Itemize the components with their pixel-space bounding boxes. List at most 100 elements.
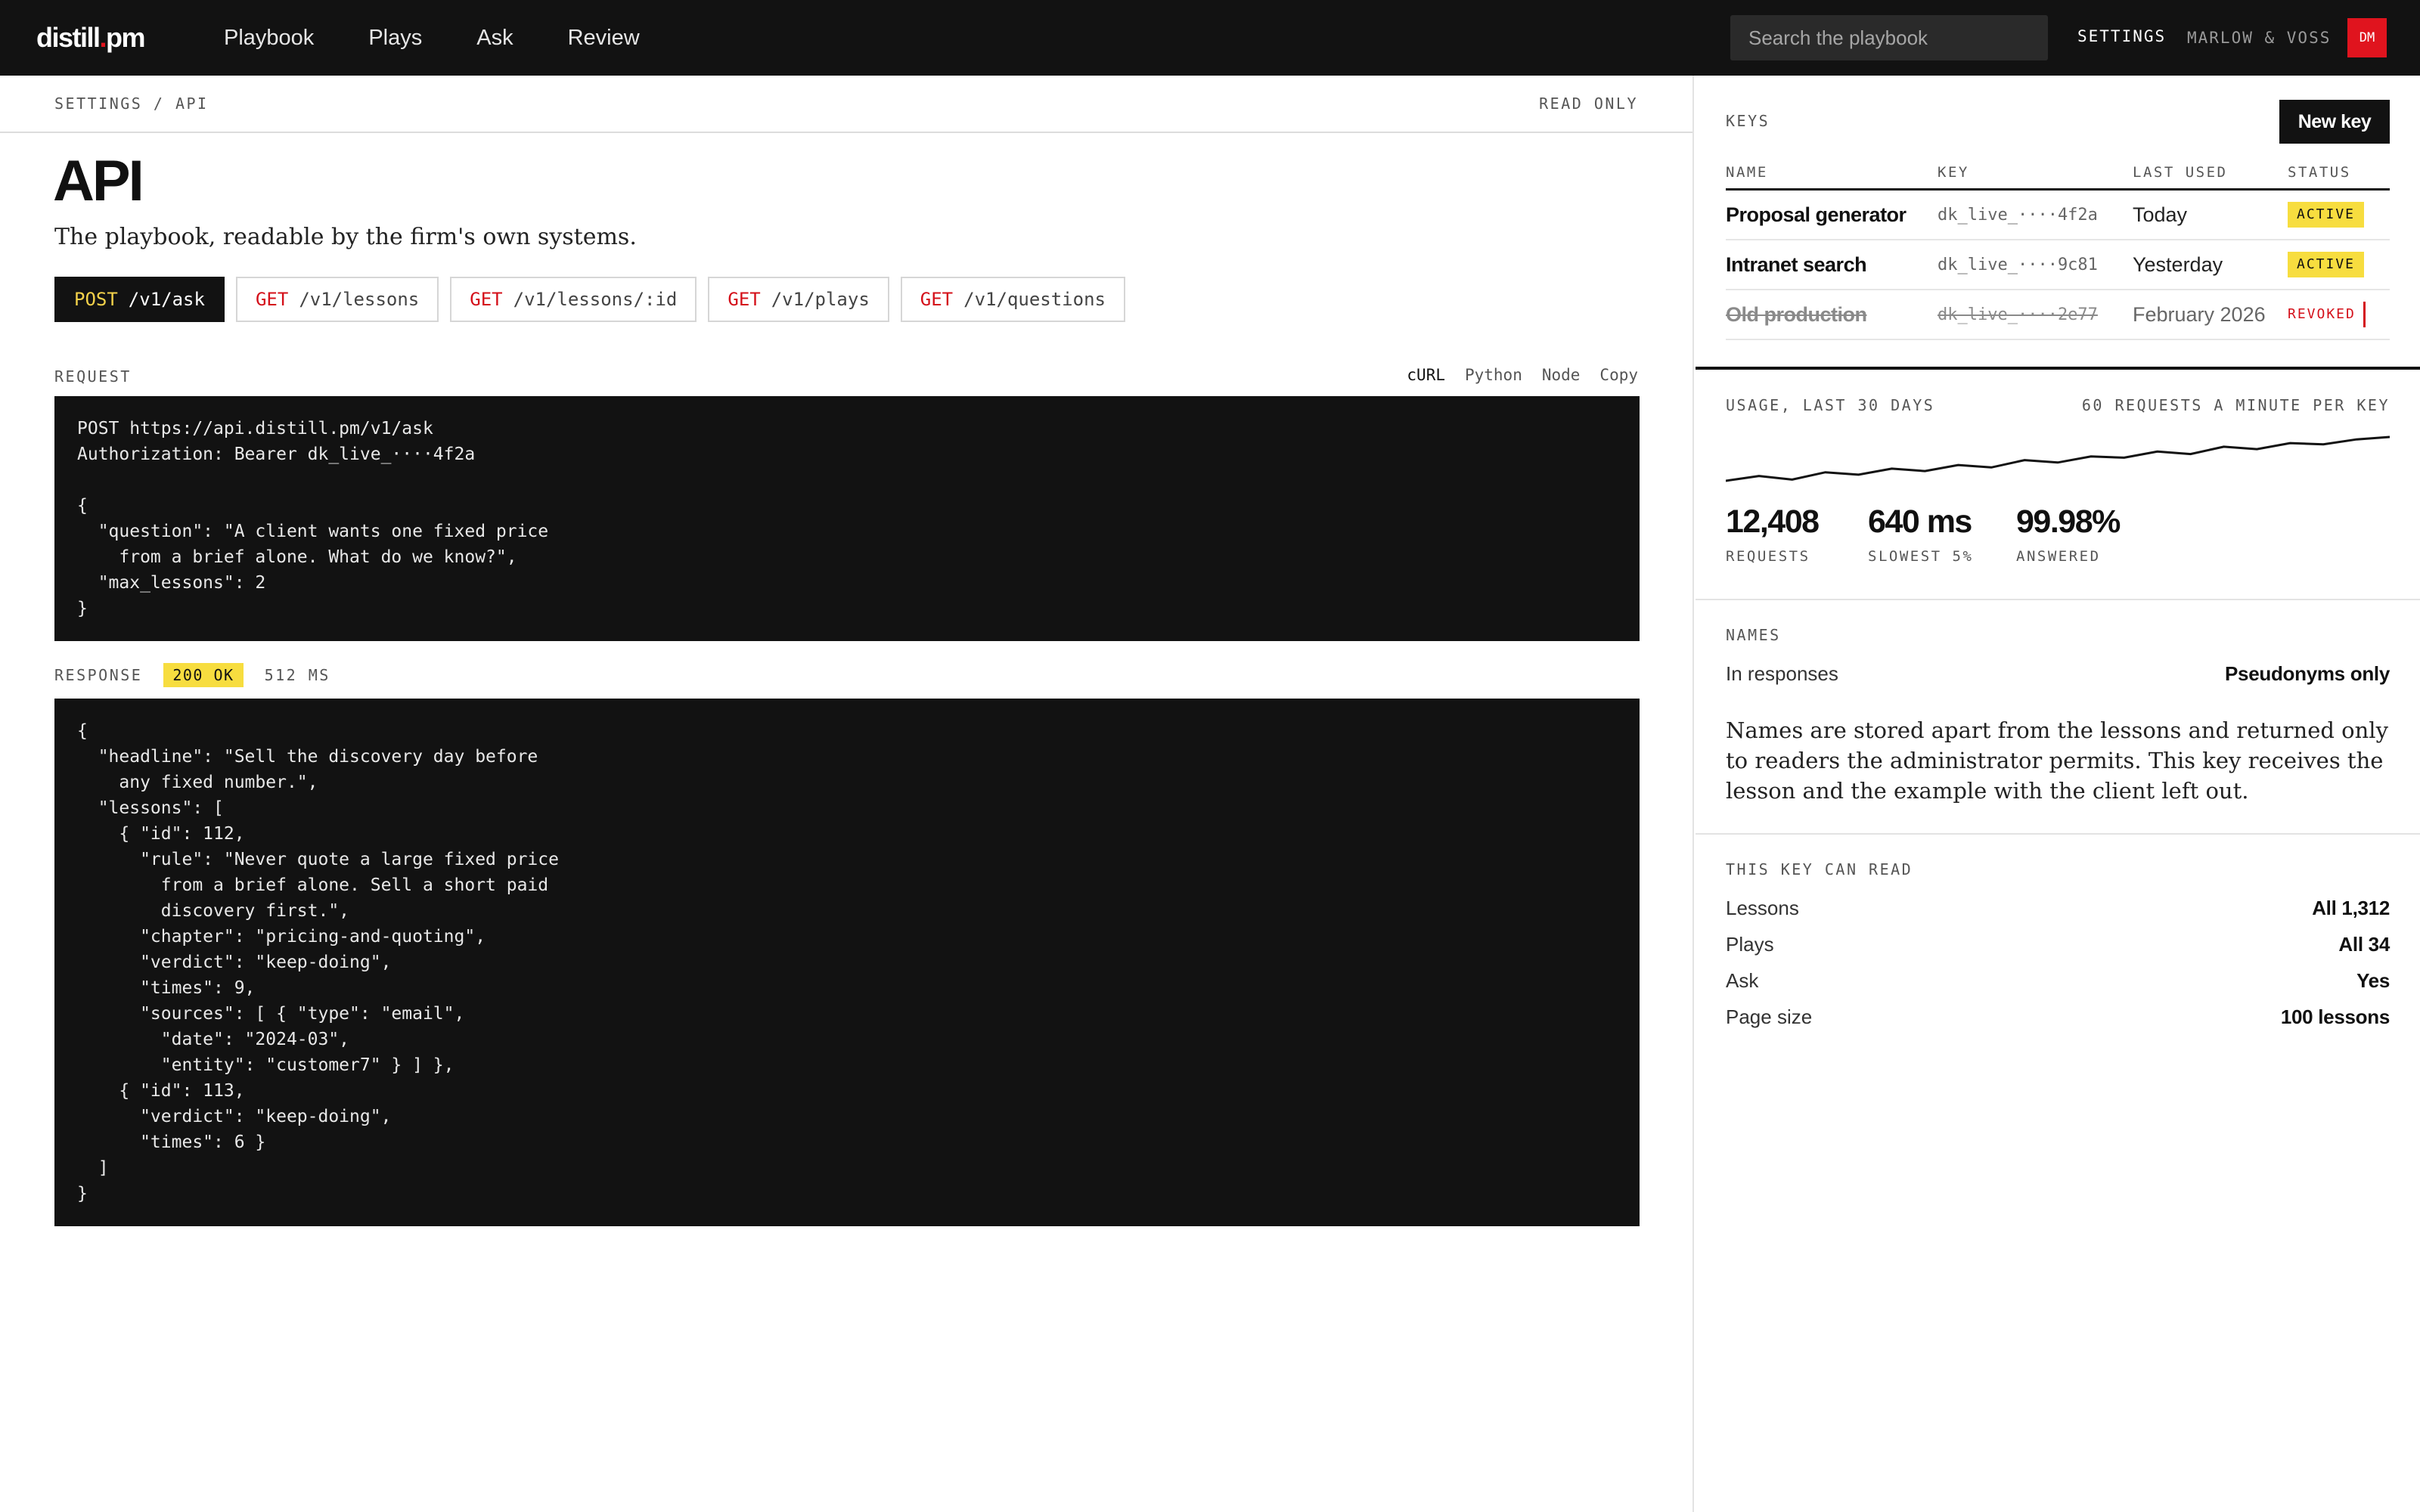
endpoint-get-lesson-by-id[interactable]: GET/v1/lessons/:id: [450, 277, 697, 322]
logo-name: distill: [36, 22, 101, 53]
settings-link[interactable]: SETTINGS: [2077, 0, 2166, 76]
names-setting-key: In responses: [1726, 662, 1838, 685]
scope-key: Ask: [1726, 969, 1759, 992]
rate-limit: 60 REQUESTS A MINUTE PER KEY: [2081, 396, 2390, 414]
scope-row-plays: Plays All 34: [1726, 933, 2390, 956]
nav-ask[interactable]: Ask: [476, 26, 513, 51]
avatar[interactable]: DM: [2347, 18, 2387, 57]
stat-label: SLOWEST 5%: [1868, 548, 1974, 565]
names-setting-value: Pseudonyms only: [2225, 662, 2390, 685]
side-panel: KEYS New key NAME KEY LAST USED STATUS P…: [1696, 76, 2420, 1512]
endpoint-method: GET: [728, 289, 761, 310]
stat-answered: 99.98% ANSWERED: [2016, 503, 2121, 565]
key-value: dk_live_····4f2a: [1938, 205, 2098, 225]
tab-curl[interactable]: cURL: [1407, 366, 1445, 384]
usage-trend-line: [1726, 435, 2390, 482]
stat-value: 640 ms: [1868, 503, 1972, 540]
scope-value: 100 lessons: [2280, 1005, 2390, 1028]
col-last-used: LAST USED: [2133, 163, 2228, 181]
stat-latency: 640 ms SLOWEST 5%: [1868, 503, 1973, 565]
response-code[interactable]: { "headline": "Sell the discovery day be…: [54, 699, 1640, 1226]
search-input[interactable]: [1748, 26, 2030, 50]
key-value: dk_live_····9c81: [1938, 255, 2098, 274]
key-last-used: February 2026: [2133, 302, 2266, 326]
top-bar: distill.pm Playbook Plays Ask Review SET…: [0, 0, 2420, 76]
endpoint-path: /v1/lessons/:id: [513, 289, 678, 310]
scope-row-page-size: Page size 100 lessons: [1726, 1005, 2390, 1029]
section-divider: [1696, 833, 2420, 835]
page-title: API: [53, 149, 144, 213]
stat-label: REQUESTS: [1726, 548, 1810, 565]
copy-button[interactable]: Copy: [1599, 366, 1638, 384]
nav-plays[interactable]: Plays: [368, 26, 422, 51]
endpoint-method: GET: [920, 289, 954, 310]
table-row[interactable]: Intranet search dk_live_····9c81 Yesterd…: [1726, 240, 2390, 290]
key-last-used: Yesterday: [2133, 253, 2223, 276]
scope-key: Page size: [1726, 1005, 1813, 1028]
endpoint-tabs: POST/v1/ask GET/v1/lessons GET/v1/lesson…: [54, 277, 1125, 322]
key-name: Proposal generator: [1726, 203, 1907, 226]
endpoint-path: /v1/questions: [963, 289, 1106, 310]
table-row[interactable]: Old production dk_live_····2e77 February…: [1726, 290, 2390, 340]
endpoint-get-plays[interactable]: GET/v1/plays: [708, 277, 889, 322]
scope-key: Lessons: [1726, 897, 1799, 919]
stat-label: ANSWERED: [2016, 548, 2101, 565]
scope-row-lessons: Lessons All 1,312: [1726, 897, 2390, 920]
response-header: RESPONSE 200 OK 512 MS: [54, 662, 330, 688]
breadcrumb-bar: SETTINGS / API READ ONLY: [0, 76, 1692, 133]
section-divider: [1696, 599, 2420, 600]
endpoint-path: /v1/lessons: [299, 289, 420, 310]
endpoint-get-questions[interactable]: GET/v1/questions: [900, 277, 1125, 322]
endpoint-post-ask[interactable]: POST/v1/ask: [54, 277, 225, 322]
names-label: NAMES: [1726, 626, 1781, 644]
language-tabs: cURL Python Node Copy: [1407, 366, 1638, 384]
stat-requests: 12,408 REQUESTS: [1726, 503, 1820, 565]
key-value: dk_live_····2e77: [1938, 305, 2098, 324]
usage-label: USAGE, LAST 30 DAYS: [1726, 396, 1935, 414]
read-only-badge: READ ONLY: [1539, 94, 1638, 113]
response-label: RESPONSE: [54, 666, 143, 684]
endpoint-method: POST: [74, 289, 118, 310]
app-logo[interactable]: distill.pm: [36, 0, 146, 76]
key-last-used: Today: [2133, 203, 2188, 226]
key-name: Intranet search: [1726, 253, 1867, 276]
col-status: STATUS: [2288, 163, 2351, 181]
scope-value: All 34: [2338, 933, 2390, 956]
search-box: [1730, 15, 2048, 60]
scope-value: All 1,312: [2312, 897, 2390, 919]
stat-value: 12,408: [1726, 503, 1820, 540]
request-code[interactable]: POST https://api.distill.pm/v1/ask Autho…: [54, 396, 1640, 641]
endpoint-method: GET: [470, 289, 503, 310]
keys-label: KEYS: [1726, 112, 1770, 130]
stat-value: 99.98%: [2016, 503, 2121, 540]
logo-tld: pm: [106, 22, 146, 53]
scope-label: THIS KEY CAN READ: [1726, 860, 1913, 878]
col-name: NAME: [1726, 163, 1768, 181]
usage-sparkline: [1726, 435, 2390, 482]
status-badge: REVOKED: [2288, 302, 2366, 327]
keys-table-header: NAME KEY LAST USED STATUS: [1726, 156, 2390, 191]
names-setting-row[interactable]: In responses Pseudonyms only: [1726, 662, 2390, 686]
main-content: SETTINGS / API READ ONLY API The playboo…: [0, 76, 1694, 1512]
nav-playbook[interactable]: Playbook: [224, 26, 314, 51]
tab-python[interactable]: Python: [1465, 366, 1522, 384]
col-key: KEY: [1938, 163, 1969, 181]
scope-key: Plays: [1726, 933, 1774, 956]
status-badge: ACTIVE: [2288, 202, 2365, 228]
new-key-button[interactable]: New key: [2279, 100, 2390, 144]
key-name: Old production: [1726, 302, 1867, 326]
response-time: 512 MS: [264, 666, 330, 684]
request-label: REQUEST: [54, 367, 132, 386]
logo-dot: .: [99, 22, 107, 53]
endpoint-path: /v1/plays: [771, 289, 870, 310]
status-badge: 200 OK: [163, 663, 244, 687]
names-description: Names are stored apart from the lessons …: [1726, 717, 2388, 804]
nav-review[interactable]: Review: [568, 26, 640, 51]
main-nav: Playbook Plays Ask Review: [224, 0, 640, 76]
endpoint-method: GET: [255, 289, 289, 310]
table-row[interactable]: Proposal generator dk_live_····4f2a Toda…: [1726, 191, 2390, 240]
tab-node[interactable]: Node: [1542, 366, 1581, 384]
breadcrumb[interactable]: SETTINGS / API: [54, 76, 209, 132]
endpoint-path: /v1/ask: [128, 289, 205, 310]
endpoint-get-lessons[interactable]: GET/v1/lessons: [235, 277, 439, 322]
